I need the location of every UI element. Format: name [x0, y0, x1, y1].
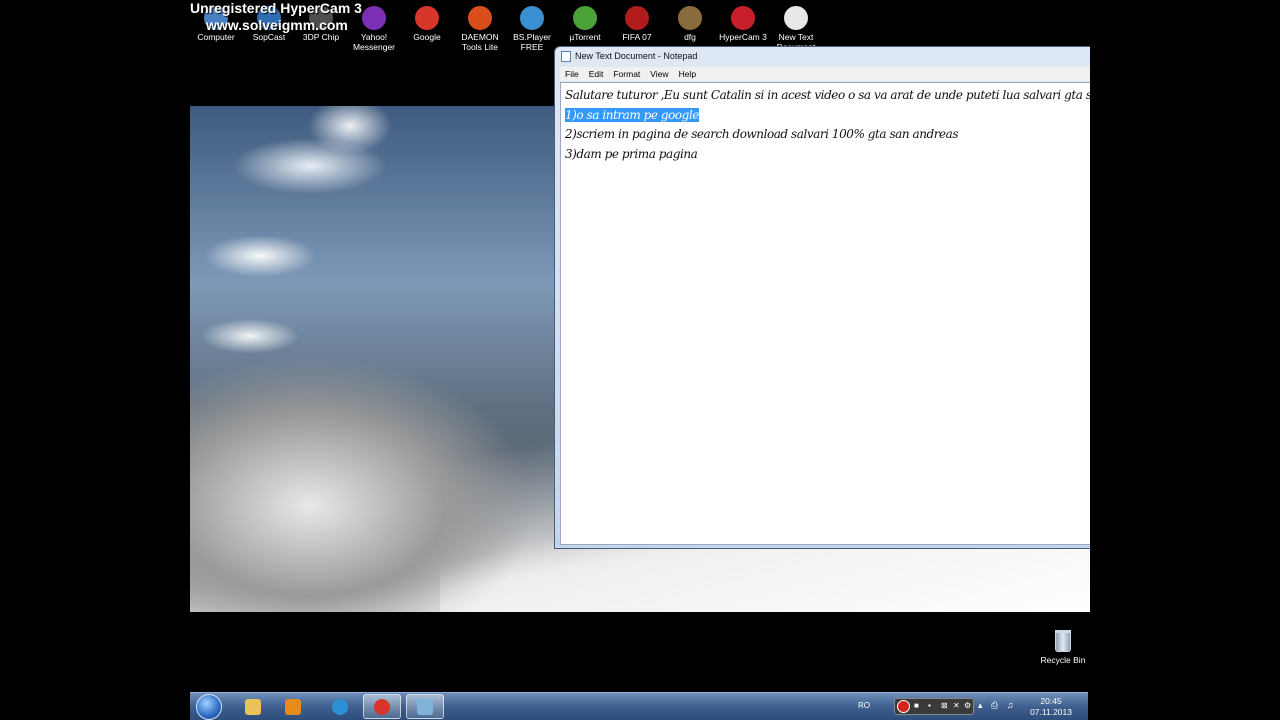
text-line-selected: 1)o sa intram pe google — [565, 106, 1090, 126]
menu-help[interactable]: Help — [674, 67, 701, 79]
taskbar-ie[interactable] — [321, 694, 359, 719]
start-button[interactable] — [196, 694, 222, 720]
settings-icon[interactable]: ⚙ — [964, 701, 971, 710]
chrome-icon — [374, 698, 390, 715]
hypercam-icon — [731, 6, 755, 30]
desktop-icon-label: Yahoo! Messenger — [352, 32, 396, 52]
chrome-icon — [415, 6, 439, 30]
desktop: Computer SopCast 3DP Chip Yahoo! Messenger G… — [190, 0, 1090, 720]
notepad-icon — [561, 51, 571, 62]
hypercam-controls[interactable]: ■ ▪ ⊠ ✕ ⚙ — [894, 698, 974, 715]
image-icon — [678, 6, 702, 30]
hypercam-watermark-url: www.solveigmm.com — [206, 17, 348, 33]
recycle-bin-icon — [1055, 630, 1071, 652]
language-indicator[interactable]: RO — [858, 701, 870, 710]
text-selection: 1)o sa intram pe google — [565, 107, 699, 122]
folder-icon — [245, 698, 261, 715]
clock[interactable]: 20:45 07.11.2013 — [1030, 696, 1072, 718]
desktop-icon-label: Google — [413, 32, 441, 42]
desktop-icon-daemon[interactable]: DAEMON Tools Lite — [454, 6, 506, 52]
desktop-icon-bsplayer[interactable]: BS.Player FREE — [506, 6, 558, 52]
media-player-icon — [285, 698, 301, 715]
desktop-icon-label: Computer — [197, 32, 235, 42]
text-editor[interactable]: Salutare tuturor ,Eu sunt Catalin si in … — [560, 82, 1090, 545]
taskbar-media[interactable] — [274, 694, 312, 719]
notepad-icon — [417, 698, 433, 715]
utorrent-icon — [573, 6, 597, 30]
bsplayer-icon — [520, 6, 544, 30]
menu-edit[interactable]: Edit — [584, 67, 609, 79]
document-text[interactable]: Salutare tuturor ,Eu sunt Catalin si in … — [565, 86, 1090, 165]
text-line: Salutare tuturor ,Eu sunt Catalin si in … — [565, 88, 1090, 102]
system-tray: RO ■ ▪ ⊠ ✕ ⚙ ▴ ⎙ ♫ 20:45 07.11.2013 — [850, 693, 1088, 720]
window-title: New Text Document - Notepad — [575, 51, 698, 61]
menu-bar: File Edit Format View Help — [560, 67, 1090, 81]
taskbar: RO ■ ▪ ⊠ ✕ ⚙ ▴ ⎙ ♫ 20:45 07.11.2013 — [190, 692, 1088, 720]
recycle-bin-label: Recycle Bin — [1040, 655, 1086, 665]
taskbar-chrome[interactable] — [363, 694, 401, 719]
window-icon[interactable]: ▪ — [928, 701, 931, 710]
text-line: 3)dam pe prima pagina — [565, 147, 698, 162]
record-stop-icon[interactable] — [897, 700, 910, 713]
desktop-icon-label: SopCast — [252, 32, 286, 42]
taskbar-notepad[interactable] — [406, 694, 444, 719]
desktop-icon-chrome[interactable]: Google — [401, 6, 453, 52]
menu-view[interactable]: View — [645, 67, 673, 79]
menu-format[interactable]: Format — [608, 67, 645, 79]
tray-icons[interactable]: ▴ ⎙ ♫ — [978, 700, 1016, 711]
clock-date: 07.11.2013 — [1030, 707, 1072, 717]
desktop-icon-label: 3DP Chip — [302, 32, 340, 42]
desktop-icon-label: BS.Player FREE — [513, 32, 551, 52]
daemon-icon — [468, 6, 492, 30]
desktop-icon-label: DAEMON Tools Lite — [461, 32, 499, 52]
recycle-bin[interactable]: Recycle Bin — [1035, 630, 1090, 665]
ie-icon — [332, 698, 348, 715]
text-file-icon — [784, 6, 808, 30]
text-line: 2)scriem in pagina de search download sa… — [565, 127, 959, 142]
fifa-icon — [625, 6, 649, 30]
region-icon[interactable]: ⊠ — [941, 701, 948, 710]
close-recorder-icon[interactable]: ✕ — [953, 701, 960, 710]
menu-file[interactable]: File — [560, 67, 584, 79]
yahoo-icon — [362, 6, 386, 30]
hypercam-watermark: Unregistered HyperCam 3 — [190, 0, 362, 16]
taskbar-explorer[interactable] — [234, 694, 272, 719]
notepad-window[interactable]: New Text Document - Notepad – ▫ ✕ FileEd… — [554, 46, 1090, 549]
clock-time: 20:45 — [1040, 696, 1062, 706]
pause-icon[interactable]: ■ — [914, 701, 919, 710]
